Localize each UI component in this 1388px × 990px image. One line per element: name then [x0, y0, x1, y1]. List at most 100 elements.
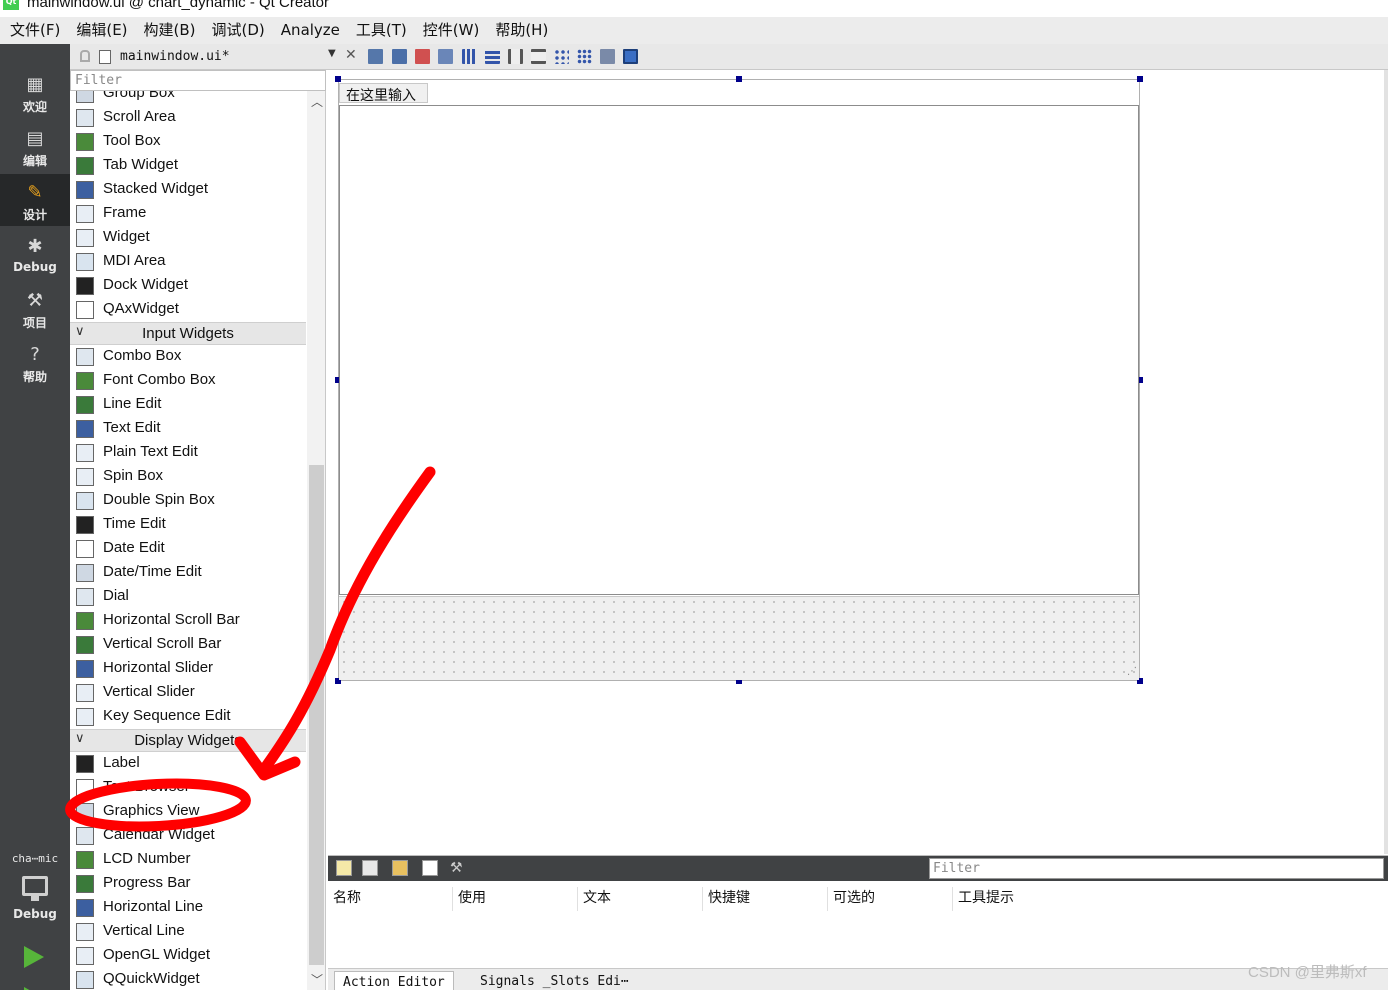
widget-list-item[interactable]: Text Edit — [70, 417, 306, 441]
tab-signals-slots-editor[interactable]: Signals _Slots Edi⋯ — [472, 971, 637, 990]
widget-list-item[interactable]: QAxWidget — [70, 298, 306, 322]
layout-form-icon[interactable] — [554, 49, 569, 64]
tab-action-editor[interactable]: Action Editor — [334, 971, 454, 990]
action-filter-input[interactable]: Filter — [929, 858, 1384, 879]
widget-list-item[interactable]: Vertical Scroll Bar — [70, 633, 306, 657]
widget-list-item[interactable]: Tool Box — [70, 130, 306, 154]
widget-list-item[interactable]: Scroll Area — [70, 106, 306, 130]
paste-action-icon[interactable] — [392, 860, 408, 876]
mode-welcome[interactable]: ▦ 欢迎 — [0, 66, 70, 118]
widget-list-item[interactable]: Key Sequence Edit — [70, 705, 306, 729]
new-action-icon[interactable] — [336, 860, 352, 876]
monitor-icon[interactable] — [22, 876, 48, 896]
scrollbar-thumb[interactable] — [309, 465, 324, 965]
break-layout-icon[interactable] — [600, 49, 615, 64]
widget-category-header[interactable]: ∨ Input Widgets — [70, 322, 306, 345]
size-grip-icon[interactable]: ⋰ — [1127, 666, 1137, 677]
menu-edit[interactable]: 编辑(E) — [68, 17, 135, 44]
menu-debug[interactable]: 调试(D) — [204, 17, 273, 44]
menu-tools[interactable]: 工具(T) — [348, 17, 415, 44]
column-shortcut[interactable]: 快捷键 — [708, 887, 828, 911]
splitter-horizontal-icon[interactable] — [508, 49, 523, 64]
widget-list-item[interactable]: Text Browser — [70, 776, 306, 800]
widget-list-item[interactable]: Vertical Slider — [70, 681, 306, 705]
edit-signals-slots-icon[interactable] — [392, 49, 407, 64]
chevron-up-icon[interactable]: ︿ — [311, 93, 323, 110]
kit-project-label[interactable]: cha⋯mic — [0, 852, 70, 865]
widget-list-item[interactable]: Time Edit — [70, 513, 306, 537]
widget-list-item[interactable]: QQuickWidget — [70, 968, 306, 990]
edit-buddies-icon[interactable] — [415, 49, 430, 64]
mode-help[interactable]: ? 帮助 — [0, 336, 70, 388]
widget-list-item-label: Progress Bar — [103, 874, 191, 891]
chevron-down-icon[interactable]: ▼ — [328, 48, 336, 59]
widget-list-item[interactable]: Frame — [70, 202, 306, 226]
close-icon[interactable]: ✕ — [345, 47, 357, 63]
widget-list-item[interactable]: Progress Bar — [70, 872, 306, 896]
widget-list-item[interactable]: Dial — [70, 585, 306, 609]
widget-list-item[interactable]: Horizontal Scroll Bar — [70, 609, 306, 633]
mode-projects[interactable]: ⚒ 项目 — [0, 282, 70, 334]
widget-list-item[interactable]: Graphics View — [70, 800, 306, 824]
column-text[interactable]: 文本 — [583, 887, 703, 911]
widget-list-item[interactable]: MDI Area — [70, 250, 306, 274]
chart-placeholder-area[interactable] — [339, 105, 1139, 595]
widget-list-item-label: Horizontal Slider — [103, 659, 214, 676]
run-icon[interactable] — [24, 946, 44, 968]
mode-edit[interactable]: ▤ 编辑 — [0, 120, 70, 172]
widget-list-item[interactable]: Line Edit — [70, 393, 306, 417]
column-name[interactable]: 名称 — [333, 887, 453, 911]
widget-list-item[interactable]: Tab Widget — [70, 154, 306, 178]
mode-design[interactable]: ✎ 设计 — [0, 174, 70, 226]
widget-list-item[interactable]: Combo Box — [70, 345, 306, 369]
widget-list-item[interactable]: Stacked Widget — [70, 178, 306, 202]
open-file-name[interactable]: mainwindow.ui* — [120, 49, 230, 64]
menu-widgets[interactable]: 控件(W) — [415, 17, 488, 44]
adjust-size-icon[interactable] — [623, 49, 638, 64]
form-line-edit[interactable]: 在这里输入 — [339, 83, 428, 104]
widget-list-item[interactable]: Widget — [70, 226, 306, 250]
menu-analyze[interactable]: Analyze — [273, 17, 348, 44]
resize-handle[interactable] — [1137, 76, 1143, 82]
column-tooltip[interactable]: 工具提示 — [958, 887, 1078, 911]
resize-handle[interactable] — [736, 76, 742, 82]
layout-grid-icon[interactable] — [577, 49, 592, 64]
widget-list-item[interactable]: Label — [70, 752, 306, 776]
copy-action-icon[interactable] — [362, 860, 378, 876]
widget-type-icon — [76, 708, 94, 726]
layout-horizontal-icon[interactable] — [462, 49, 477, 64]
widget-list-item[interactable]: Dock Widget — [70, 274, 306, 298]
widget-list-item[interactable]: Date Edit — [70, 537, 306, 561]
menu-file[interactable]: 文件(F) — [2, 17, 68, 44]
widget-list-item[interactable]: Spin Box — [70, 465, 306, 489]
edit-widgets-icon[interactable] — [368, 49, 383, 64]
widget-list-item[interactable]: Group Box — [70, 91, 306, 106]
widget-category-header[interactable]: ∨ Display Widgets — [70, 729, 306, 752]
splitter-vertical-icon[interactable] — [531, 49, 546, 64]
menu-build[interactable]: 构建(B) — [136, 17, 204, 44]
widget-list-scrollbar[interactable]: ︿ ﹀ — [307, 91, 325, 990]
resize-handle[interactable] — [335, 76, 341, 82]
widget-list-item[interactable]: Horizontal Line — [70, 896, 306, 920]
widget-list-item[interactable]: Vertical Line — [70, 920, 306, 944]
widget-list-item-label: Text Edit — [103, 419, 161, 436]
menu-help[interactable]: 帮助(H) — [487, 17, 556, 44]
chevron-down-icon[interactable]: ﹀ — [311, 971, 323, 988]
widget-list-item[interactable]: Date/Time Edit — [70, 561, 306, 585]
configure-icon[interactable]: ⚒ — [450, 860, 466, 876]
widget-list-item[interactable]: Font Combo Box — [70, 369, 306, 393]
window-title: mainwindow.ui @ chart_dynamic - Qt Creat… — [27, 0, 330, 11]
widget-list-item[interactable]: OpenGL Widget — [70, 944, 306, 968]
column-checkable[interactable]: 可选的 — [833, 887, 953, 911]
edit-tab-order-icon[interactable] — [438, 49, 453, 64]
mode-debug[interactable]: ✱ Debug — [0, 228, 70, 280]
widget-list-item[interactable]: Plain Text Edit — [70, 441, 306, 465]
delete-action-icon[interactable] — [422, 860, 438, 876]
widget-list-item[interactable]: Double Spin Box — [70, 489, 306, 513]
column-used[interactable]: 使用 — [458, 887, 578, 911]
widgetbox-filter[interactable]: Filter — [70, 70, 326, 91]
widget-list-item[interactable]: LCD Number — [70, 848, 306, 872]
widget-list-item[interactable]: Calendar Widget — [70, 824, 306, 848]
widget-list-item[interactable]: Horizontal Slider — [70, 657, 306, 681]
layout-vertical-icon[interactable] — [485, 49, 500, 64]
